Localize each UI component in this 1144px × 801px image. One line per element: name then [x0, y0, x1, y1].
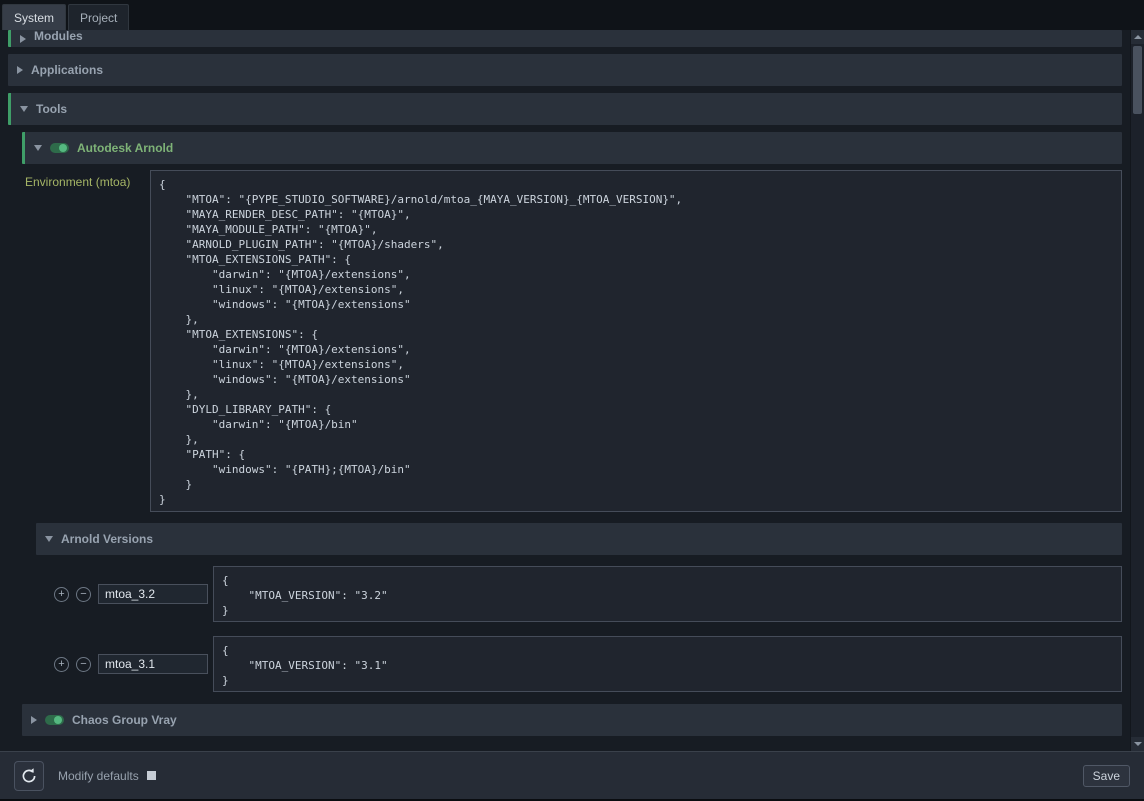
settings-window: System Project Modules Applications: [0, 0, 1144, 801]
scrollbar[interactable]: [1130, 30, 1144, 751]
section-label-applications: Applications: [31, 63, 103, 77]
scrollbar-down-button[interactable]: [1131, 737, 1144, 751]
modify-defaults-checkbox[interactable]: [147, 771, 156, 780]
expand-arrow-icon: [17, 66, 23, 74]
remove-version-button[interactable]: −: [76, 657, 91, 672]
collapse-arrow-icon: [34, 145, 42, 151]
expand-arrow-icon: [31, 716, 37, 724]
scrollbar-track[interactable]: [1131, 44, 1144, 737]
environment-label: Environment (mtoa): [22, 170, 150, 189]
refresh-button[interactable]: [14, 761, 44, 791]
version-json-textarea[interactable]: { "MTOA_VERSION": "3.2" }: [213, 566, 1122, 622]
environment-field: Environment (mtoa) { "MTOA": "{PYPE_STUD…: [22, 170, 1122, 512]
arrow-up-icon: [1134, 35, 1142, 39]
refresh-icon: [20, 767, 38, 785]
section-label-tools: Tools: [36, 102, 67, 116]
footer-bar: Modify defaults Save: [0, 751, 1144, 799]
section-label-chaos-group-vray: Chaos Group Vray: [72, 713, 177, 727]
arrow-down-icon: [1134, 742, 1142, 746]
version-key-input[interactable]: [98, 584, 208, 604]
section-modules: Modules: [8, 30, 1122, 47]
settings-content: Modules Applications Tools: [0, 30, 1144, 751]
scrollbar-up-button[interactable]: [1131, 30, 1144, 44]
section-applications: Applications: [8, 54, 1122, 86]
version-row-mtoa-3-1: + − { "MTOA_VERSION": "3.1" }: [36, 634, 1122, 694]
expand-arrow-icon: [20, 35, 26, 43]
section-header-autodesk-arnold[interactable]: Autodesk Arnold: [22, 132, 1122, 164]
section-label-arnold-versions: Arnold Versions: [61, 532, 153, 546]
scrollbar-thumb[interactable]: [1133, 46, 1142, 114]
vray-enabled-toggle-icon[interactable]: [45, 715, 64, 725]
modify-defaults-label: Modify defaults: [58, 769, 139, 783]
add-version-button[interactable]: +: [54, 657, 69, 672]
tools-body: Autodesk Arnold Environment (mtoa) { "MT…: [8, 125, 1122, 742]
save-button[interactable]: Save: [1083, 765, 1130, 787]
arnold-body: Environment (mtoa) { "MTOA": "{PYPE_STUD…: [22, 164, 1122, 694]
arnold-enabled-toggle-icon[interactable]: [50, 143, 69, 153]
version-json-textarea[interactable]: { "MTOA_VERSION": "3.1" }: [213, 636, 1122, 692]
tab-system[interactable]: System: [2, 4, 66, 30]
scroll-area: Modules Applications Tools: [0, 30, 1130, 751]
collapse-arrow-icon: [45, 536, 53, 542]
version-key-input[interactable]: [98, 654, 208, 674]
tab-project[interactable]: Project: [68, 4, 129, 30]
section-tools: Tools Autodesk Arnold Environment (mtoa): [8, 93, 1122, 742]
collapse-arrow-icon: [20, 106, 28, 112]
tab-bar: System Project: [0, 0, 1144, 30]
section-header-modules[interactable]: Modules: [8, 30, 1122, 47]
version-row-mtoa-3-2: + − { "MTOA_VERSION": "3.2" }: [36, 564, 1122, 624]
section-header-tools[interactable]: Tools: [8, 93, 1122, 125]
section-label-autodesk-arnold: Autodesk Arnold: [77, 141, 173, 155]
arnold-versions-body: + − { "MTOA_VERSION": "3.2" } + −: [36, 564, 1122, 694]
section-autodesk-arnold: Autodesk Arnold Environment (mtoa) { "MT…: [22, 132, 1122, 694]
section-label-modules: Modules: [34, 30, 83, 43]
section-header-arnold-versions[interactable]: Arnold Versions: [36, 523, 1122, 555]
environment-json-textarea[interactable]: { "MTOA": "{PYPE_STUDIO_SOFTWARE}/arnold…: [150, 170, 1122, 512]
remove-version-button[interactable]: −: [76, 587, 91, 602]
section-header-applications[interactable]: Applications: [8, 54, 1122, 86]
add-version-button[interactable]: +: [54, 587, 69, 602]
section-header-chaos-group-vray[interactable]: Chaos Group Vray: [22, 704, 1122, 736]
section-chaos-group-vray: Chaos Group Vray: [22, 704, 1122, 736]
section-arnold-versions: Arnold Versions + − { "MTOA_VERSION": "3…: [36, 523, 1122, 694]
